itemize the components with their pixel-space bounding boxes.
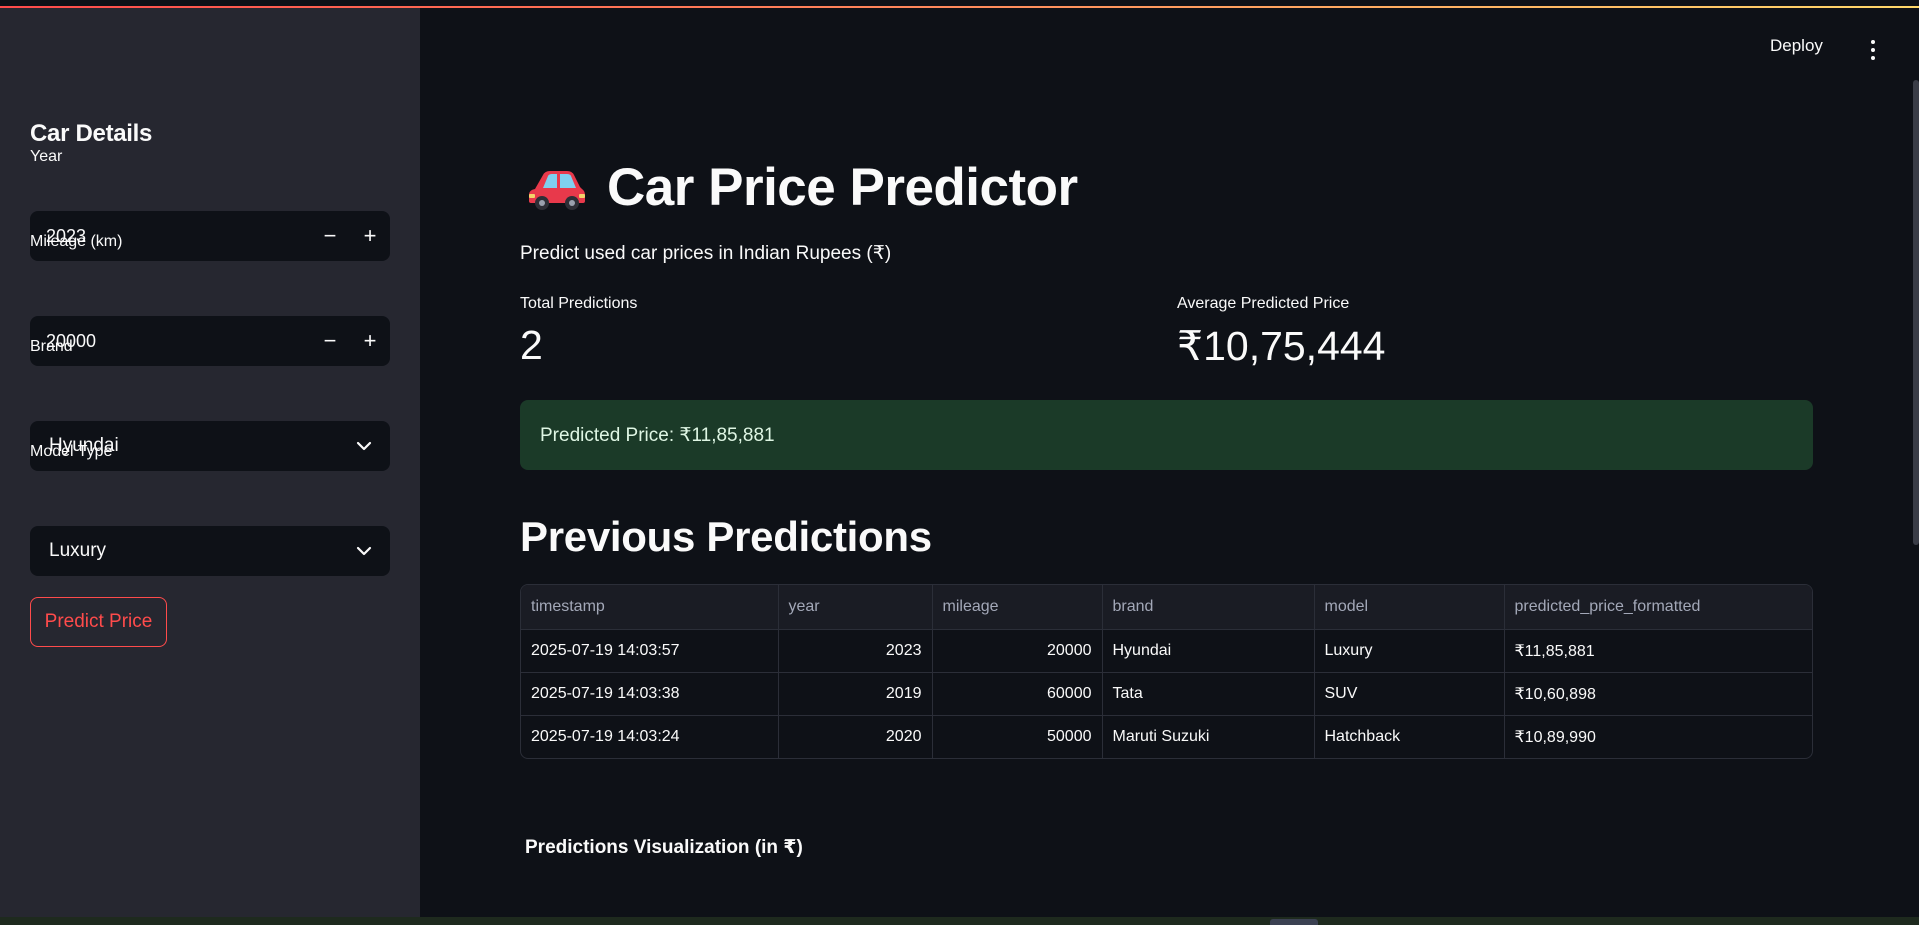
mileage-decrement-button[interactable]: − — [310, 316, 350, 366]
year-decrement-button[interactable]: − — [310, 211, 350, 261]
page-subtitle: Predict used car prices in Indian Rupees… — [520, 243, 892, 264]
table-cell[interactable]: 2025-07-19 14:03:57 — [521, 629, 779, 673]
year-label: Year — [30, 148, 63, 165]
predictions-table[interactable]: timestamp year mileage brand model predi… — [520, 584, 1813, 759]
mileage-input[interactable]: 20000 − + — [30, 316, 390, 366]
visualization-heading: Predictions Visualization (in ₹) — [525, 837, 803, 858]
car-icon — [529, 170, 585, 210]
column-header-model[interactable]: model — [1314, 585, 1505, 630]
table-cell[interactable]: SUV — [1314, 672, 1505, 716]
top-decoration — [0, 0, 1919, 8]
page-title-text: Car Price Predictor — [607, 158, 1078, 217]
table-cell[interactable]: Hatchback — [1314, 715, 1505, 758]
table-cell[interactable]: Maruti Suzuki — [1102, 715, 1315, 758]
table-cell[interactable]: 2019 — [778, 672, 933, 716]
main-menu-icon[interactable] — [1862, 38, 1882, 62]
sidebar-title: Car Details — [30, 120, 153, 147]
metric-label-total-predictions: Total Predictions — [520, 295, 638, 312]
table-cell[interactable]: 20000 — [932, 629, 1103, 673]
table-cell[interactable]: Hyundai — [1102, 629, 1315, 673]
table-cell[interactable]: ₹11,85,881 — [1504, 629, 1812, 673]
metric-value-total-predictions: 2 — [520, 322, 543, 368]
brand-label: Brand — [30, 338, 73, 355]
column-header-predicted-price[interactable]: predicted_price_formatted — [1504, 585, 1812, 630]
table-cell[interactable]: ₹10,60,898 — [1504, 672, 1812, 716]
mileage-increment-button[interactable]: + — [350, 316, 390, 366]
column-header-timestamp[interactable]: timestamp — [521, 585, 779, 630]
main-scrollbar[interactable] — [1913, 80, 1919, 545]
page-title: Car Price Predictor — [527, 157, 1078, 218]
table-cell[interactable]: 60000 — [932, 672, 1103, 716]
year-increment-button[interactable]: + — [350, 211, 390, 261]
os-taskbar — [0, 917, 1919, 925]
chevron-down-icon — [356, 546, 372, 556]
model-type-label: Model Type — [30, 443, 113, 460]
table-cell[interactable]: Tata — [1102, 672, 1315, 716]
deploy-button[interactable]: Deploy — [1770, 36, 1823, 56]
table-row: 2025-07-19 14:03:57 2023 20000 Hyundai L… — [521, 629, 1812, 673]
mileage-label: Mileage (km) — [30, 233, 123, 250]
metric-value-average-price: ₹10,75,444 — [1177, 323, 1386, 369]
table-header-row: timestamp year mileage brand model predi… — [521, 585, 1812, 630]
table-cell[interactable]: 2023 — [778, 629, 933, 673]
model-type-select[interactable]: Luxury — [30, 526, 390, 576]
table-cell[interactable]: 2025-07-19 14:03:24 — [521, 715, 779, 758]
model-type-selected-value: Luxury — [49, 540, 107, 561]
metric-label-average-price: Average Predicted Price — [1177, 295, 1350, 312]
column-header-year[interactable]: year — [778, 585, 933, 630]
column-header-brand[interactable]: brand — [1102, 585, 1315, 630]
previous-predictions-heading: Previous Predictions — [520, 513, 932, 560]
predict-price-button[interactable]: Predict Price — [30, 597, 167, 647]
chevron-down-icon — [356, 441, 372, 451]
table-cell[interactable]: Luxury — [1314, 629, 1505, 673]
prediction-success-alert: Predicted Price: ₹11,85,881 — [520, 400, 1813, 470]
column-header-mileage[interactable]: mileage — [932, 585, 1103, 630]
table-cell[interactable]: 2025-07-19 14:03:38 — [521, 672, 779, 716]
table-cell[interactable]: ₹10,89,990 — [1504, 715, 1812, 758]
table-row: 2025-07-19 14:03:24 2020 50000 Maruti Su… — [521, 715, 1812, 758]
table-cell[interactable]: 50000 — [932, 715, 1103, 758]
table-cell[interactable]: 2020 — [778, 715, 933, 758]
sidebar: Car Details Year 2023 − + Mileage (km) 2… — [0, 8, 420, 917]
table-row: 2025-07-19 14:03:38 2019 60000 Tata SUV … — [521, 672, 1812, 716]
